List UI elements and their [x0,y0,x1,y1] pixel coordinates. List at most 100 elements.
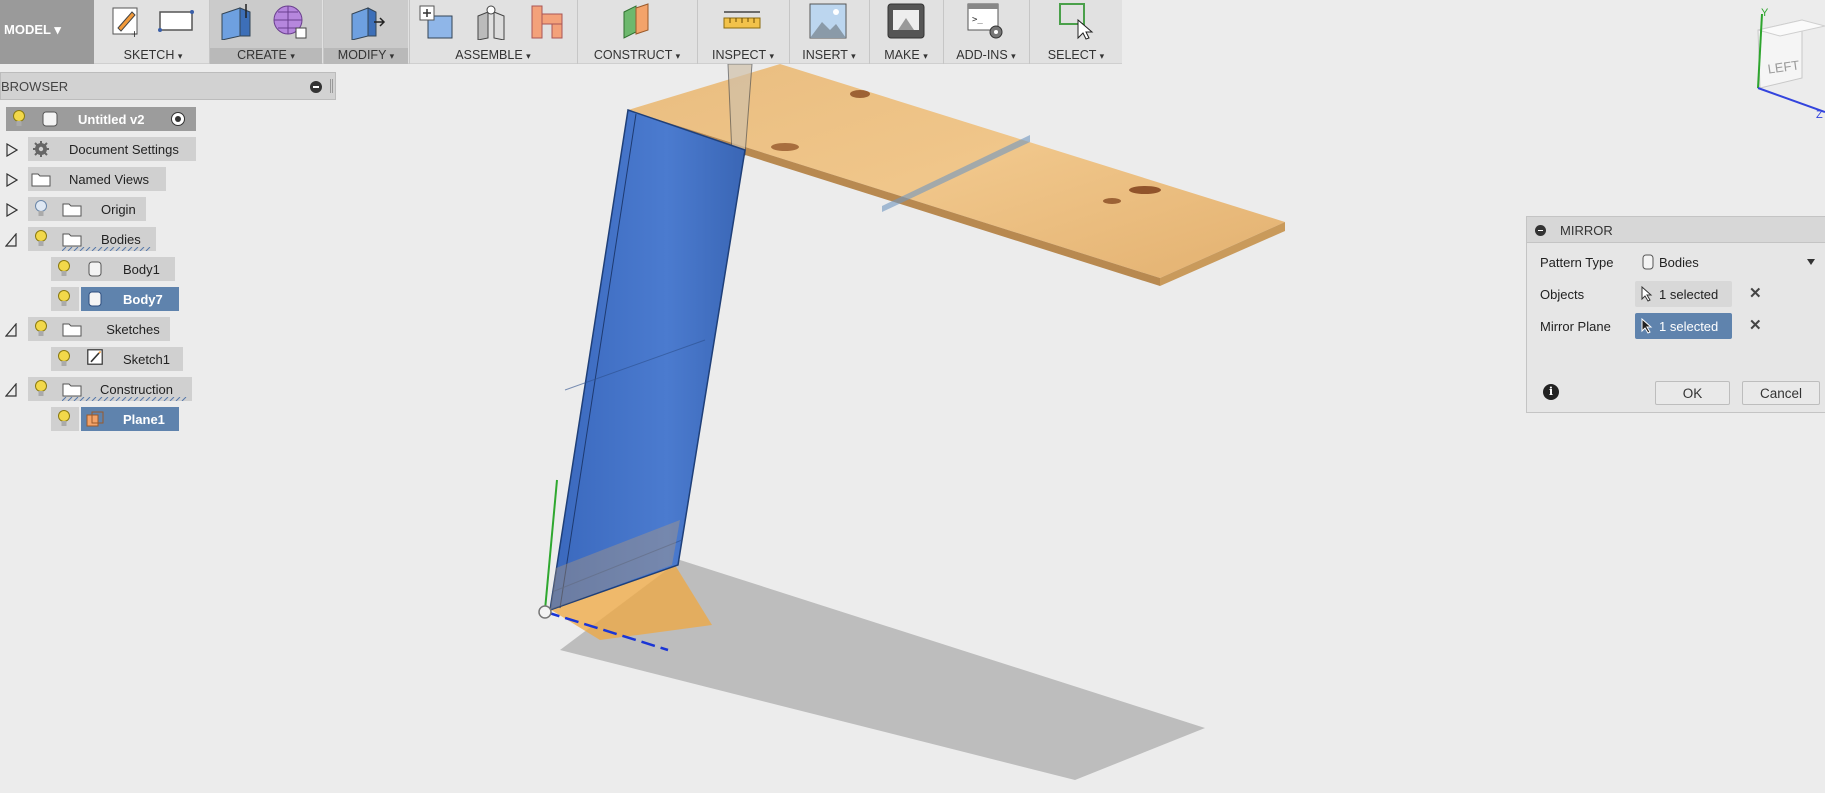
view-cube-z-axis [1757,87,1825,113]
browser-item-sketch1[interactable]: Sketch1 [51,347,183,371]
toolbar-menu-assemble[interactable]: ASSEMBLE ▾ [410,48,576,62]
inspect-label: INSPECT [712,48,766,62]
browser-item-sketches[interactable]: Sketches [28,317,170,341]
mirror-plane-value: 1 selected [1659,319,1719,334]
measure-icon[interactable] [722,2,762,40]
modify-label: MODIFY [337,48,387,62]
browser-root-document[interactable]: Untitled v2 [6,107,196,131]
lightbulb-icon[interactable] [34,320,48,338]
mirror-plane-selection[interactable]: 1 selected [1635,313,1732,339]
extrude-icon[interactable] [216,2,256,40]
browser-panel-header: BROWSER [0,72,336,100]
toolbar-menu-create[interactable]: CREATE ▾ [210,48,322,64]
toolbar-menu-make[interactable]: MAKE ▾ [870,48,942,62]
lightbulb-off-icon[interactable] [34,200,48,218]
dependency-hatch [62,247,151,251]
svg-text:+: + [131,27,138,40]
chevron-down-icon: ▾ [177,51,183,61]
sketches-label: Sketches [106,322,160,337]
browser-item-named-views[interactable]: Named Views [28,167,166,191]
toolbar-menu-sketch[interactable]: SKETCH ▾ [98,48,208,62]
toolbar-group-sketch: + SKETCH ▾ [98,0,208,64]
lightbulb-icon[interactable] [57,410,71,428]
toolbar-group-create: CREATE ▾ [210,0,322,64]
view-cube[interactable]: LEFT Y Z [1740,0,1825,118]
pattern-type-label: Pattern Type [1540,255,1614,270]
workspace-switcher[interactable]: MODEL ▾ [0,0,94,64]
browser-item-body7-row[interactable] [51,287,79,311]
browser-item-plane1-row[interactable] [51,407,79,431]
lightbulb-icon[interactable] [34,230,48,248]
chevron-down-icon: ▾ [526,51,531,61]
origin-point[interactable] [538,605,552,619]
browser-item-document-settings[interactable]: Document Settings [28,137,196,161]
expand-triangle-icon[interactable] [6,173,18,187]
create-sketch-icon[interactable]: + [106,2,146,40]
info-icon[interactable]: i [1543,384,1559,400]
plane-icon [86,411,104,427]
3d-print-icon[interactable] [886,2,926,40]
toolbar-menu-insert[interactable]: INSERT ▾ [790,48,868,62]
cancel-button[interactable]: Cancel [1742,381,1820,405]
form-icon[interactable] [270,2,310,40]
chevron-down-icon: ▾ [290,51,295,61]
toolbar-group-inspect: INSPECT ▾ [698,0,788,64]
as-built-joint-icon[interactable] [526,2,566,40]
toolbar-group-select: SELECT ▾ [1030,0,1122,64]
toolbar-menu-inspect[interactable]: INSPECT ▾ [698,48,788,62]
toolbar-menu-select[interactable]: SELECT ▾ [1030,48,1122,62]
lightbulb-icon[interactable] [57,290,71,308]
document-icon [42,111,58,127]
joint-icon[interactable] [472,2,512,40]
pattern-type-select[interactable]: Bodies [1635,249,1825,275]
clear-objects-icon[interactable]: ✕ [1749,286,1763,301]
insert-image-icon[interactable] [808,2,848,40]
browser-item-body7[interactable]: Body7 [81,287,179,311]
activate-radio-icon[interactable] [170,111,186,127]
chevron-down-icon: ▾ [1011,51,1016,61]
browser-item-plane1[interactable]: Plane1 [81,407,179,431]
scripts-addins-icon[interactable]: >_ [966,2,1006,40]
toolbar-menu-addins[interactable]: ADD-INS ▾ [944,48,1028,62]
browser-title: BROWSER [1,79,69,94]
collapse-triangle-icon[interactable] [5,233,17,247]
offset-plane-icon[interactable] [616,2,656,40]
toolbar-group-insert: INSERT ▾ [790,0,868,64]
chevron-down-icon: ▾ [389,51,395,61]
body7-label: Body7 [123,292,163,307]
addins-label: ADD-INS [956,48,1008,62]
expand-triangle-icon[interactable] [6,203,18,217]
pin-icon[interactable] [330,79,333,93]
pattern-type-value: Bodies [1659,255,1699,270]
objects-selection[interactable]: 1 selected [1635,281,1732,307]
origin-label: Origin [101,202,136,217]
lightbulb-icon[interactable] [57,350,71,368]
document-settings-label: Document Settings [69,142,179,157]
collapse-icon[interactable] [310,81,322,93]
browser-item-body1[interactable]: Body1 [51,257,175,281]
collapse-dialog-icon[interactable] [1535,225,1546,236]
rectangle-icon[interactable] [156,2,196,40]
new-component-icon[interactable] [418,2,458,40]
make-label: MAKE [884,48,920,62]
lightbulb-icon[interactable] [34,380,48,398]
expand-triangle-icon[interactable] [6,143,18,157]
create-label: CREATE [237,48,287,62]
wood-knot [1129,186,1161,194]
ok-button[interactable]: OK [1655,381,1730,405]
model-viewport[interactable] [0,64,1825,793]
browser-item-origin[interactable]: Origin [28,197,146,221]
lightbulb-icon[interactable] [12,110,26,128]
clear-mirror-plane-icon[interactable]: ✕ [1749,318,1763,333]
select-icon[interactable] [1056,2,1096,40]
collapse-triangle-icon[interactable] [5,323,17,337]
browser-item-bodies[interactable]: Bodies [28,227,156,251]
press-pull-icon[interactable] [346,2,386,40]
mirror-dialog-header: MIRROR [1527,217,1825,243]
lightbulb-icon[interactable] [57,260,71,278]
toolbar-menu-modify[interactable]: MODIFY ▾ [324,48,408,64]
wood-knot [771,143,799,151]
collapse-triangle-icon[interactable] [5,383,17,397]
browser-item-construction[interactable]: Construction [28,377,192,401]
toolbar-menu-construct[interactable]: CONSTRUCT ▾ [578,48,696,62]
